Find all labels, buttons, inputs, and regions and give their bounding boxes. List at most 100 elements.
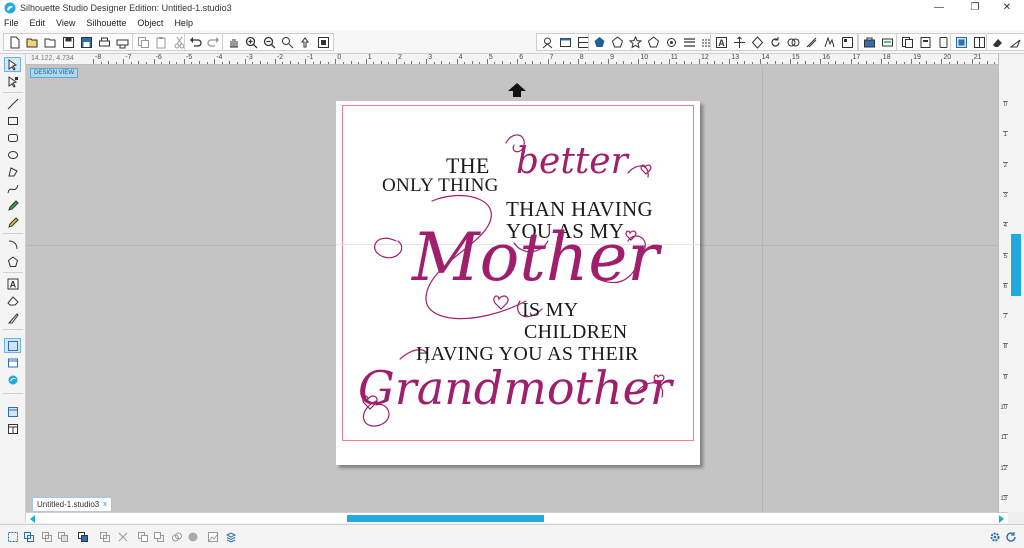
- text-is-my[interactable]: IS MY: [522, 299, 579, 322]
- release-compound-button[interactable]: [76, 530, 90, 544]
- send-to-back-button[interactable]: [152, 530, 166, 544]
- text-children[interactable]: CHILDREN: [524, 321, 628, 344]
- store-panel-button[interactable]: [4, 372, 21, 387]
- line-tool-button[interactable]: [4, 96, 21, 111]
- line-color-button[interactable]: [645, 34, 661, 50]
- curve-tool-button[interactable]: [4, 181, 21, 196]
- store-button[interactable]: [917, 34, 933, 50]
- menu-edit[interactable]: Edit: [30, 18, 46, 28]
- design-page[interactable]: THE better ONLY THING THAN HAVING YOU AS…: [336, 101, 700, 465]
- offset-bottom-button[interactable]: [186, 530, 200, 544]
- page-setup-button[interactable]: [557, 34, 573, 50]
- settings-button[interactable]: [988, 530, 1002, 544]
- layers-stack-button[interactable]: [224, 530, 238, 544]
- pan-button[interactable]: [225, 34, 241, 50]
- menu-file[interactable]: File: [4, 18, 19, 28]
- horizontal-scroll-thumb[interactable]: [347, 515, 544, 522]
- layers-button[interactable]: [899, 34, 915, 50]
- minimize-button[interactable]: —: [922, 0, 956, 15]
- group-button[interactable]: [22, 530, 36, 544]
- make-compound-button[interactable]: [56, 530, 70, 544]
- open-recent-button[interactable]: [42, 34, 58, 50]
- open-button[interactable]: [24, 34, 40, 50]
- redo-button[interactable]: [205, 34, 221, 50]
- scroll-right-button[interactable]: [996, 514, 1006, 523]
- vertical-scroll-thumb[interactable]: [1011, 234, 1021, 296]
- fit-to-page-button[interactable]: [315, 34, 331, 50]
- text-style-button[interactable]: A: [713, 34, 729, 50]
- ellipse-tool-button[interactable]: [4, 147, 21, 162]
- eraser-tool-button[interactable]: [4, 293, 21, 308]
- vertical-scrollbar[interactable]: [1008, 54, 1024, 512]
- horizontal-scrollbar[interactable]: [26, 512, 1008, 523]
- split-panel-button[interactable]: [4, 421, 21, 436]
- freehand-tool-button[interactable]: [4, 198, 21, 213]
- send-to-silhouette-button[interactable]: [114, 34, 130, 50]
- print-button[interactable]: [96, 34, 112, 50]
- sync-button[interactable]: [1004, 530, 1018, 544]
- zoom-select-button[interactable]: [279, 34, 295, 50]
- rectangle-tool-button[interactable]: [4, 113, 21, 128]
- text-grandmother[interactable]: Grandmother: [358, 361, 672, 415]
- line-style-button[interactable]: [663, 34, 679, 50]
- select-tool-button[interactable]: [4, 57, 21, 72]
- zoom-out-button[interactable]: [261, 34, 277, 50]
- menu-silhouette[interactable]: Silhouette: [86, 18, 126, 28]
- split-view-button[interactable]: [971, 34, 987, 50]
- print-cut-button[interactable]: [839, 34, 855, 50]
- regular-polygon-tool-button[interactable]: [4, 254, 21, 269]
- transform-button[interactable]: [731, 34, 747, 50]
- menu-object[interactable]: Object: [137, 18, 163, 28]
- arc-tool-button[interactable]: [4, 237, 21, 252]
- text-mother[interactable]: Mother: [412, 219, 659, 296]
- close-button[interactable]: ✕: [990, 0, 1024, 15]
- cut-settings-button[interactable]: [861, 34, 877, 50]
- rounded-rectangle-tool-button[interactable]: [4, 130, 21, 145]
- document-tab-close-button[interactable]: x: [103, 501, 107, 508]
- paste-button[interactable]: [153, 34, 169, 50]
- design-page-button[interactable]: [4, 338, 21, 353]
- save-button[interactable]: [60, 34, 76, 50]
- menu-help[interactable]: Help: [174, 18, 193, 28]
- design-store-button[interactable]: [935, 34, 951, 50]
- design-canvas[interactable]: -8 -7 -6 -5 -4 -3 -2 -1 0 1 2 3 4 5 6 7 8 9 10 11 12 13 14 15 16…: [26, 54, 1008, 512]
- library-button[interactable]: [539, 34, 555, 50]
- knife-tool-left-button[interactable]: [4, 310, 21, 325]
- rotate-button[interactable]: [767, 34, 783, 50]
- polygon-tool-button[interactable]: [4, 164, 21, 179]
- text-better[interactable]: better: [516, 141, 628, 182]
- single-view-button[interactable]: [4, 404, 21, 419]
- knife-tool-button[interactable]: [1007, 34, 1023, 50]
- restore-button[interactable]: ❐: [958, 0, 992, 15]
- save-to-library-button[interactable]: [78, 34, 94, 50]
- ungroup-button[interactable]: [40, 530, 54, 544]
- new-document-button[interactable]: [6, 34, 22, 50]
- fill-color-button[interactable]: [591, 34, 607, 50]
- fill-gradient-button[interactable]: [609, 34, 625, 50]
- undo-button[interactable]: [187, 34, 203, 50]
- duplicate-button[interactable]: [98, 530, 112, 544]
- panel-layout-button[interactable]: [953, 34, 969, 50]
- point-edit-tool-button[interactable]: [4, 74, 21, 89]
- image-effects-button[interactable]: [206, 530, 220, 544]
- modify-button[interactable]: [785, 34, 801, 50]
- offset-button[interactable]: [803, 34, 819, 50]
- text-tool-button[interactable]: A: [4, 276, 21, 291]
- eraser-button[interactable]: [989, 34, 1005, 50]
- zoom-drag-button[interactable]: [297, 34, 313, 50]
- replicate-button[interactable]: [749, 34, 765, 50]
- library-panel-button[interactable]: [4, 355, 21, 370]
- trace-button[interactable]: [821, 34, 837, 50]
- menu-view[interactable]: View: [56, 18, 75, 28]
- select-all-button[interactable]: [6, 530, 20, 544]
- text-only-thing[interactable]: ONLY THING: [382, 175, 499, 197]
- copy-button[interactable]: [135, 34, 151, 50]
- fill-pattern-button[interactable]: [627, 34, 643, 50]
- weld-button[interactable]: [170, 530, 184, 544]
- send-panel-button[interactable]: [879, 34, 895, 50]
- document-tab[interactable]: Untitled-1.studio3 x: [32, 497, 112, 511]
- line-weight-button[interactable]: [681, 34, 697, 50]
- zoom-in-button[interactable]: [243, 34, 259, 50]
- scroll-left-button[interactable]: [28, 514, 38, 523]
- smooth-freehand-tool-button[interactable]: [4, 215, 21, 230]
